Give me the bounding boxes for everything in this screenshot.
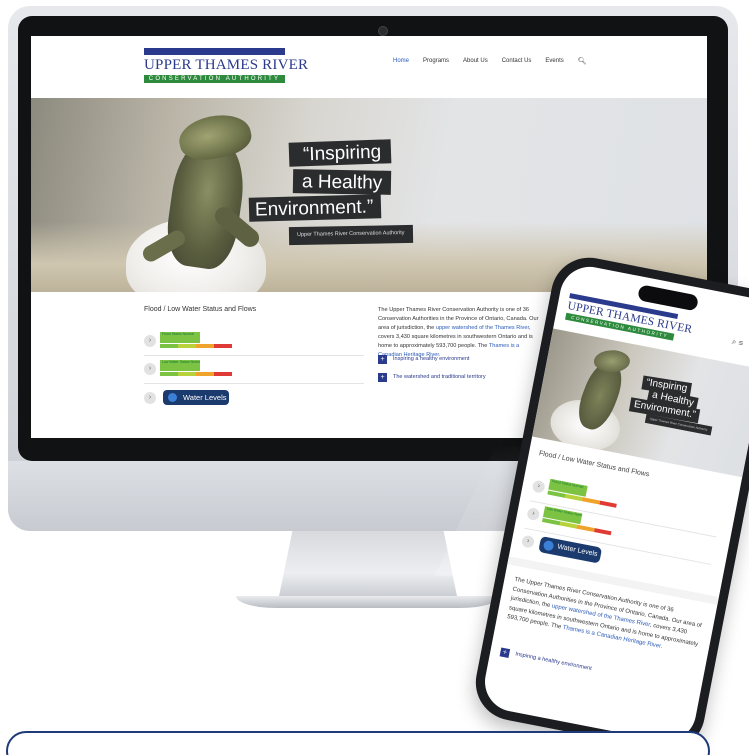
plus-icon: + [499, 647, 511, 659]
nav-contact-us[interactable]: Contact Us [502, 58, 532, 64]
phone-frame: UPPER THAMES RIVER CONSERVATION AUTHORIT… [469, 251, 749, 755]
hero-attribution: Upper Thames River Conservation Authorit… [288, 224, 413, 245]
site-logo[interactable]: UPPER THAMES RIVER CONSERVATION AUTHORIT… [144, 48, 309, 83]
turtle-head-image [593, 349, 631, 373]
low-water-status-row[interactable]: › Low Water Status Normal [144, 360, 364, 384]
plus-icon: + [378, 373, 387, 382]
camera-icon [378, 26, 388, 36]
chevron-right-icon[interactable]: › [531, 479, 546, 494]
water-levels-label: Water Levels [183, 393, 227, 402]
hero-quote-line: a Healthy [292, 169, 392, 195]
flood-status-meter: Flood Status Normal [547, 478, 619, 510]
water-drop-icon [542, 539, 555, 552]
water-drop-icon [168, 393, 177, 402]
flood-status-meter: Flood Status Normal [160, 332, 232, 350]
search-icon[interactable]: ⌕ [731, 337, 737, 347]
caption-box [6, 731, 710, 755]
logo-subtitle: CONSERVATION AUTHORITY [144, 75, 285, 83]
chevron-right-icon[interactable]: › [526, 507, 541, 522]
device-mockup: UPPER THAMES RIVER CONSERVATION AUTHORIT… [0, 0, 749, 755]
chevron-right-icon[interactable]: › [144, 392, 156, 404]
accordion-label: Inspiring a healthy environment [514, 651, 593, 673]
accordion-item[interactable]: + Inspiring a healthy environment [499, 646, 688, 696]
search-icon[interactable]: 🔍︎ [578, 57, 587, 65]
mobile-header-icons: ⌕ ≡ [731, 337, 744, 349]
nav-programs[interactable]: Programs [423, 58, 449, 64]
imac-stand [278, 531, 458, 601]
nav-home[interactable]: Home [393, 58, 409, 64]
hero-quote-line: “Inspiring [288, 139, 392, 167]
logo-title: UPPER THAMES RIVER [144, 57, 309, 73]
water-levels-label: Water Levels [556, 543, 599, 559]
chevron-right-icon[interactable]: › [520, 534, 536, 549]
nav-about-us[interactable]: About Us [463, 58, 488, 64]
chevron-right-icon[interactable]: › [144, 335, 156, 347]
hero-quote-line: Environment.” [248, 194, 382, 222]
logo-bar [144, 48, 285, 55]
meter-label: Flood Status Normal [160, 332, 200, 343]
flood-status-row[interactable]: › Flood Status Normal [144, 332, 364, 356]
water-levels-button[interactable]: Water Levels [163, 390, 229, 405]
meter-label: Low Water Status Normal [160, 360, 200, 371]
flood-status-title: Flood / Low Water Status and Flows [144, 306, 257, 313]
meter-bar [160, 344, 232, 348]
meter-bar [160, 372, 232, 376]
plus-icon: + [378, 355, 387, 364]
about-text: . [659, 643, 663, 651]
chevron-right-icon[interactable]: › [144, 363, 156, 375]
mobile-screen: UPPER THAMES RIVER CONSERVATION AUTHORIT… [479, 261, 749, 747]
nav-events[interactable]: Events [545, 58, 563, 64]
low-water-meter: Low Water Status Normal [160, 360, 232, 378]
menu-icon[interactable]: ≡ [738, 338, 744, 348]
main-nav: Home Programs About Us Contact Us Events… [393, 57, 587, 65]
phone-mockup: UPPER THAMES RIVER CONSERVATION AUTHORIT… [432, 251, 749, 755]
site-header: UPPER THAMES RIVER CONSERVATION AUTHORIT… [31, 36, 707, 98]
